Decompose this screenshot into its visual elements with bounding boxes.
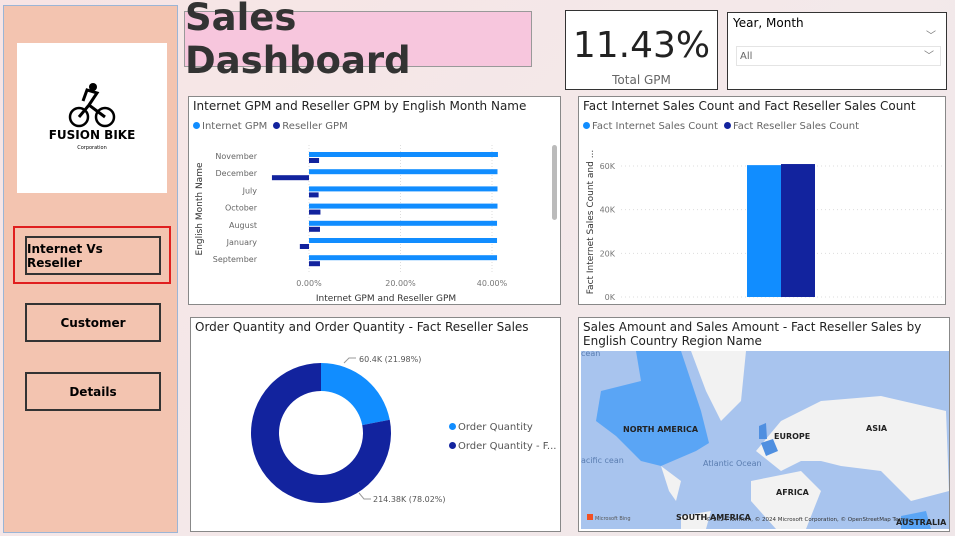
bar-internet-gpm [309, 169, 498, 175]
y-tick-label: November [215, 152, 257, 161]
kpi-card: 11.43% Total GPM [565, 10, 718, 90]
slicer-title: Year, Month [733, 16, 804, 30]
map-panel: Sales Amount and Sales Amount - Fact Res… [578, 317, 950, 532]
y-tick-label: January [226, 238, 258, 247]
x-tick-label: 20.00% [385, 279, 416, 288]
order-quantity-panel: Order Quantity and Order Quantity - Fact… [190, 317, 561, 532]
world-map[interactable]: NORTH AMERICA EUROPE ASIA AFRICA SOUTH A… [581, 351, 949, 529]
bar-internet-gpm [309, 186, 498, 192]
kpi-label: Total GPM [612, 73, 671, 87]
bar-reseller-gpm [299, 244, 309, 249]
year-month-slicer: Year, Month ﹀ All ﹀ [727, 12, 947, 90]
x-tick-label: 0.00% [296, 279, 322, 288]
legend-item[interactable]: Order Quantity [449, 418, 556, 437]
details-button[interactable]: Details [25, 372, 161, 411]
y-tick-label: October [225, 204, 258, 213]
bar-internet-gpm [309, 152, 498, 157]
page-title: Sales Dashboard [185, 0, 411, 82]
slicer-value: All [740, 51, 753, 62]
gpm-bar-chart: 0.00% 20.00% 40.00% November December July Oct… [195, 145, 508, 304]
data-label: 214.38K (78.02%) [373, 495, 446, 504]
y-tick-label: 20K [600, 249, 616, 258]
map-label: cean [581, 351, 600, 358]
y-tick-label: August [229, 221, 257, 230]
map-label: acific cean [581, 456, 624, 465]
map-label: Atlantic Ocean [703, 459, 762, 468]
nav-panel: FUSION BIKE Corporation Internet Vs Rese… [3, 5, 178, 533]
y-tick-label: 40K [600, 206, 616, 215]
title-box: Sales Dashboard [184, 0, 532, 82]
map-label: ASIA [866, 424, 888, 433]
count-chart-panel: Fact Internet Sales Count and Fact Resel… [578, 96, 946, 305]
bar-reseller-gpm [309, 261, 320, 267]
chevron-down-icon[interactable]: ﹀ [926, 27, 936, 42]
logo-subtext: Corporation [77, 145, 107, 151]
y-tick-label: 60K [600, 162, 616, 171]
count-column-chart: 0K 20K 40K 60K Fact Internet Sales Count and… [586, 150, 944, 302]
map-label: NORTH AMERICA [623, 425, 699, 434]
y-axis-title: Fact Internet Sales Count and ... [586, 150, 596, 295]
y-tick-label: 0K [605, 293, 616, 302]
internet-vs-reseller-button[interactable]: Internet Vs Reseller [25, 236, 161, 275]
bar-reseller-gpm [309, 226, 320, 232]
bar-internet-gpm [309, 203, 498, 209]
bar-internet-gpm [309, 238, 498, 243]
logo-text: FUSION BIKE [49, 128, 136, 142]
y-tick-label: September [213, 255, 258, 264]
y-axis-title: English Month Name [195, 162, 205, 255]
bar-reseller-gpm [309, 158, 320, 163]
map-label: EUROPE [774, 432, 810, 441]
customer-button[interactable]: Customer [25, 303, 161, 342]
data-label: 60.4K (21.98%) [359, 355, 421, 364]
bar-reseller-gpm [271, 175, 309, 181]
scrollbar[interactable] [552, 145, 557, 220]
bar-reseller-gpm [309, 209, 321, 215]
y-tick-label: July [242, 186, 258, 195]
x-tick-label: 40.00% [477, 279, 508, 288]
gpm-chart-panel: Internet GPM and Reseller GPM by English… [188, 96, 561, 305]
legend-item[interactable]: Order Quantity - F... [449, 437, 556, 456]
kpi-value: 11.43% [572, 25, 711, 66]
bar-internet-gpm [309, 220, 498, 226]
chart-title: Sales Amount and Sales Amount - Fact Res… [583, 320, 922, 348]
bar-internet-gpm [309, 255, 498, 261]
chevron-down-icon: ﹀ [924, 51, 934, 62]
bing-logo-icon [587, 514, 593, 520]
bar-internet-count [747, 165, 781, 297]
map-brand: Microsoft Bing [595, 516, 631, 522]
map-attribution[interactable]: © 2024 TomTom, © 2024 Microsoft Corporat… [706, 516, 909, 523]
leader-line [358, 492, 371, 500]
company-logo: FUSION BIKE Corporation [17, 43, 167, 193]
map-label: AFRICA [776, 488, 810, 497]
y-tick-label: December [216, 169, 258, 178]
legend: Order Quantity Order Quantity - F... [449, 418, 556, 456]
bar-reseller-count [781, 164, 815, 297]
cyclist-icon: FUSION BIKE Corporation [49, 83, 136, 151]
leader-line [343, 357, 356, 364]
x-axis-title: Internet GPM and Reseller GPM [316, 294, 456, 304]
slicer-dropdown[interactable]: All ﹀ [736, 46, 941, 66]
bar-reseller-gpm [309, 192, 319, 198]
donut-slice [321, 363, 390, 426]
